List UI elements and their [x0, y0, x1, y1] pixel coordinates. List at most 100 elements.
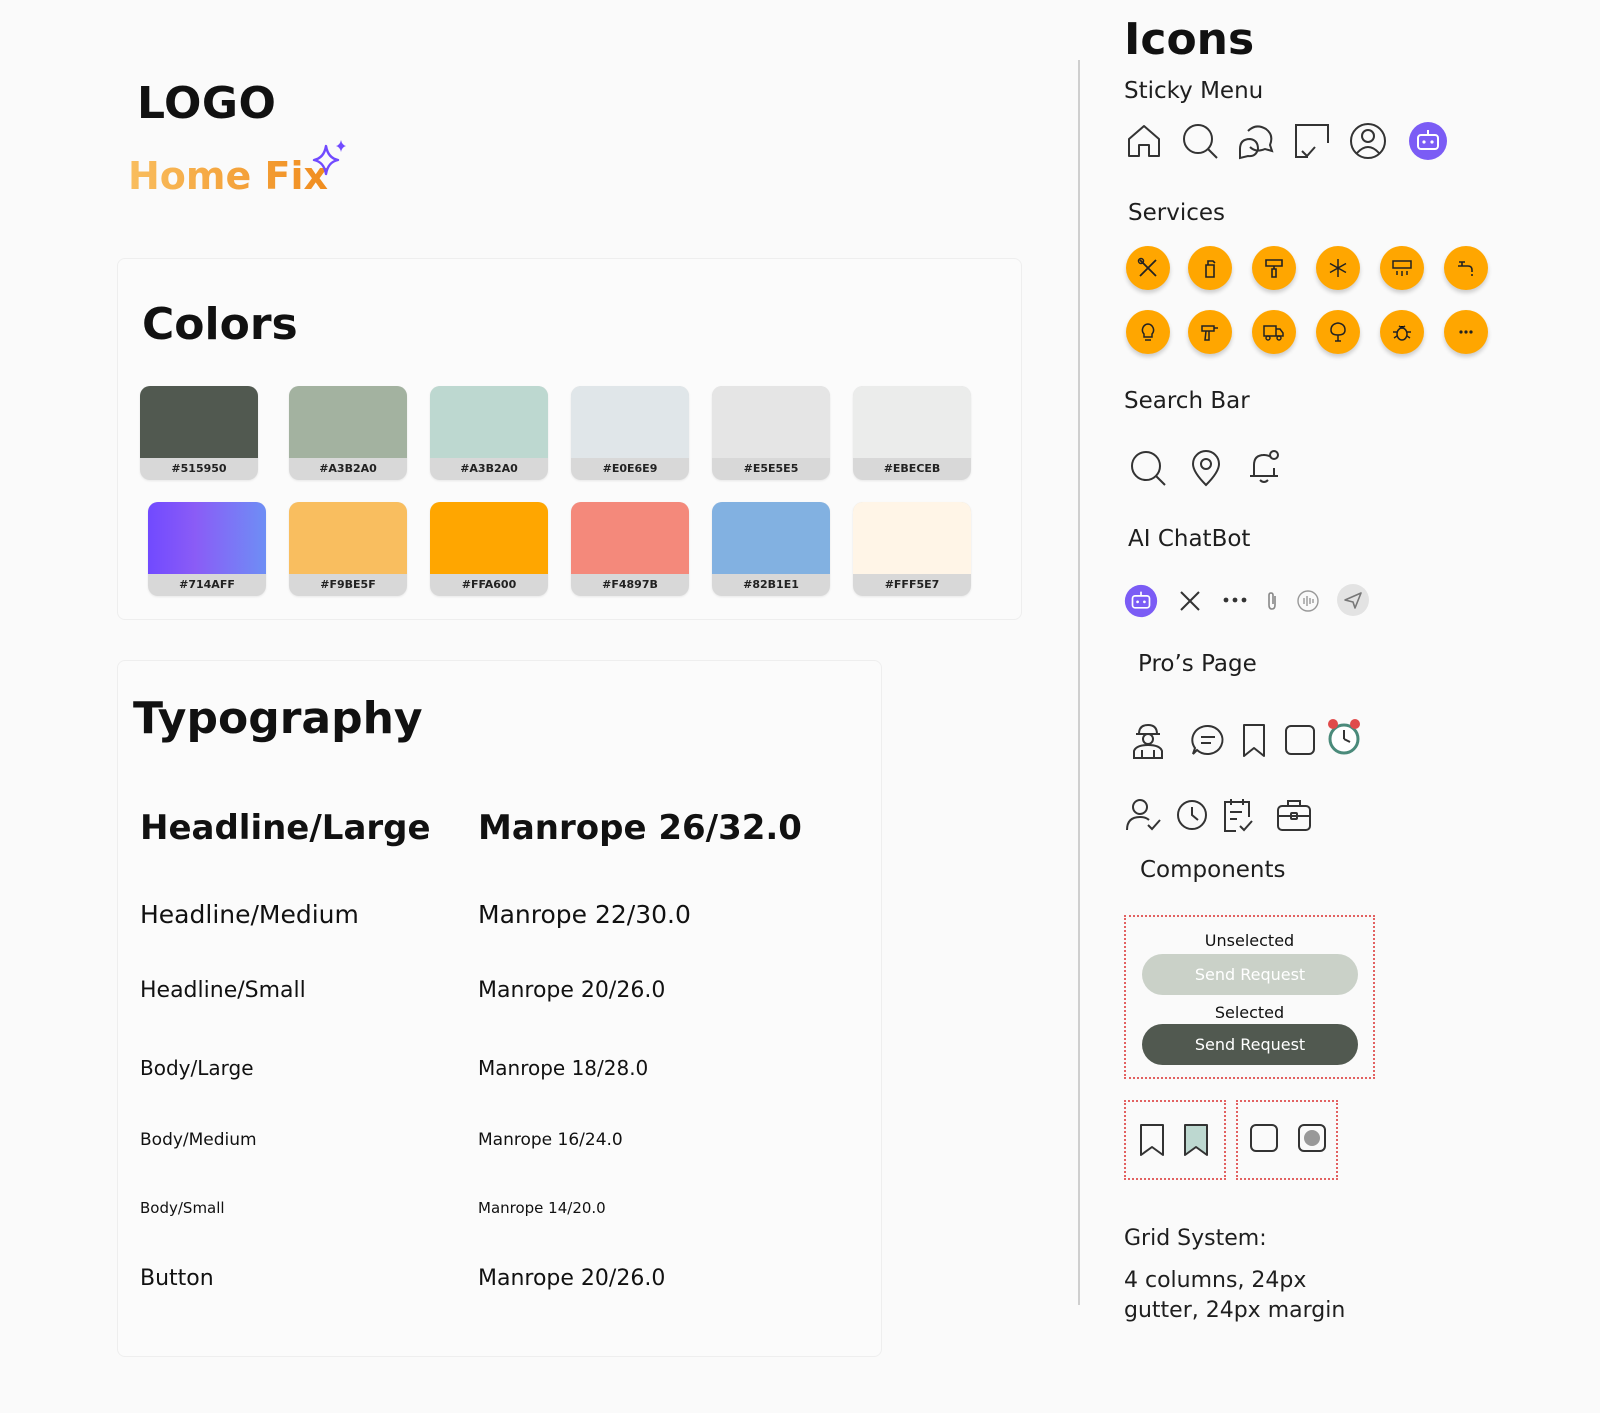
swatch-fill	[430, 386, 548, 458]
chat-bubbles-icon[interactable]	[1236, 121, 1276, 161]
color-swatch: #FFF5E7	[853, 502, 971, 596]
paint-roller-icon	[1265, 259, 1283, 278]
attachment-icon[interactable]	[1262, 590, 1282, 612]
services-label: Services	[1128, 200, 1225, 226]
clock-icon[interactable]	[1172, 795, 1212, 835]
bookmark-icon[interactable]	[1234, 720, 1274, 760]
faucet-icon	[1458, 261, 1473, 276]
typo-style-spec: Manrope 26/32.0	[478, 808, 802, 848]
more-horizontal-icon[interactable]	[1222, 592, 1248, 608]
swatch-hex-label: #E0E6E9	[602, 462, 658, 475]
color-swatch: #A3B2A0	[430, 386, 548, 480]
swatch-fill	[430, 502, 548, 574]
search-bar-label: Search Bar	[1124, 388, 1250, 414]
user-check-icon[interactable]	[1124, 795, 1164, 835]
typo-style-spec: Manrope 20/26.0	[478, 978, 666, 1003]
typo-style-name: Headline/Small	[140, 978, 306, 1003]
selected-label: Selected	[1214, 1003, 1285, 1022]
swatch-fill	[140, 386, 258, 458]
notification-bell-icon[interactable]	[1244, 446, 1284, 486]
checkbox-checked-icon[interactable]	[1296, 1122, 1328, 1154]
location-pin-icon[interactable]	[1186, 448, 1226, 488]
tree-icon	[1330, 322, 1346, 342]
send-request-button-selected[interactable]: Send Request	[1142, 1024, 1358, 1065]
robot-icon[interactable]	[1408, 121, 1448, 161]
bookmark-states	[1124, 1100, 1226, 1180]
checkbox-icon[interactable]	[1280, 720, 1320, 760]
icons-title: Icons	[1124, 14, 1255, 65]
voice-icon[interactable]	[1296, 589, 1320, 613]
swatch-hex-label: #82B1E1	[743, 578, 799, 591]
swatch-fill	[712, 386, 830, 458]
tools-icon[interactable]	[1126, 246, 1170, 290]
swatch-hex-label: #FFA600	[461, 578, 517, 591]
bug-icon[interactable]	[1380, 310, 1424, 354]
swatch-fill	[853, 502, 971, 574]
grid-system-line2: gutter, 24px margin	[1124, 1298, 1346, 1323]
swatch-hex-label: #A3B2A0	[460, 462, 518, 475]
swatch-fill	[571, 386, 689, 458]
faucet-icon[interactable]	[1444, 246, 1488, 290]
tools-icon	[1137, 257, 1157, 277]
swatch-hex-label: #A3B2A0	[319, 462, 377, 475]
worker-icon[interactable]	[1128, 720, 1168, 760]
task-check-icon[interactable]	[1292, 121, 1332, 161]
more-icon	[1459, 330, 1473, 334]
moving-truck-icon[interactable]	[1252, 310, 1296, 354]
logo-heading: LOGO	[137, 78, 277, 129]
air-conditioner-icon[interactable]	[1380, 246, 1424, 290]
air-conditioner-icon	[1392, 260, 1412, 276]
swatch-hex-label: #E5E5E5	[743, 462, 799, 475]
drill-icon[interactable]	[1188, 310, 1232, 354]
color-swatch: #F9BE5F	[289, 502, 407, 596]
color-swatch: #FFA600	[430, 502, 548, 596]
checkbox-icon[interactable]	[1248, 1122, 1280, 1154]
color-swatch: #714AFF	[148, 502, 266, 596]
robot-icon[interactable]	[1124, 584, 1158, 618]
tree-icon[interactable]	[1316, 310, 1360, 354]
swatch-hex-label: #714AFF	[179, 578, 235, 591]
home-icon[interactable]	[1124, 121, 1164, 161]
typo-style-spec: Manrope 20/26.0	[478, 1266, 666, 1291]
color-swatch: #A3B2A0	[289, 386, 407, 480]
brand-name: Home Fix	[128, 154, 329, 198]
typography-card: Typography	[117, 660, 882, 1357]
swatch-hex-label: #FFF5E7	[884, 578, 940, 591]
color-swatch: #EBECEB	[853, 386, 971, 480]
moving-truck-icon	[1263, 325, 1284, 341]
send-icon[interactable]	[1336, 583, 1370, 617]
briefcase-icon[interactable]	[1274, 795, 1314, 835]
search-icon[interactable]	[1180, 121, 1220, 161]
swatch-hex-label: #EBECEB	[883, 462, 941, 475]
alarm-clock-icon[interactable]	[1324, 717, 1364, 757]
spray-bottle-icon	[1205, 260, 1216, 278]
section-divider	[1078, 60, 1080, 1305]
user-circle-icon[interactable]	[1348, 121, 1388, 161]
snowflake-icon	[1329, 259, 1347, 277]
more-icon[interactable]	[1444, 310, 1488, 354]
grid-system-line1: 4 columns, 24px	[1124, 1268, 1307, 1293]
swatch-fill	[571, 502, 689, 574]
light-bulb-icon	[1141, 323, 1155, 341]
close-icon[interactable]	[1178, 589, 1202, 613]
components-label: Components	[1140, 857, 1286, 883]
typo-style-spec: Manrope 22/30.0	[478, 900, 691, 929]
send-request-button-unselected[interactable]: Send Request	[1142, 954, 1358, 995]
typo-style-name: Body/Small	[140, 1199, 225, 1217]
message-icon[interactable]	[1188, 720, 1228, 760]
typo-style-name: Button	[140, 1266, 214, 1291]
checklist-icon[interactable]	[1218, 795, 1258, 835]
grid-system-label: Grid System:	[1124, 1226, 1267, 1251]
spray-bottle-icon[interactable]	[1188, 246, 1232, 290]
bookmark-icon[interactable]	[1136, 1122, 1168, 1158]
light-bulb-icon[interactable]	[1126, 310, 1170, 354]
bookmark-filled-icon[interactable]	[1180, 1122, 1212, 1158]
snowflake-icon[interactable]	[1316, 246, 1360, 290]
sticky-menu-label: Sticky Menu	[1124, 78, 1264, 104]
search-icon[interactable]	[1128, 448, 1168, 488]
drill-icon	[1201, 325, 1218, 341]
paint-roller-icon[interactable]	[1252, 246, 1296, 290]
colors-title: Colors	[142, 299, 298, 350]
bug-icon	[1393, 325, 1411, 341]
typo-style-spec: Manrope 18/28.0	[478, 1056, 649, 1080]
